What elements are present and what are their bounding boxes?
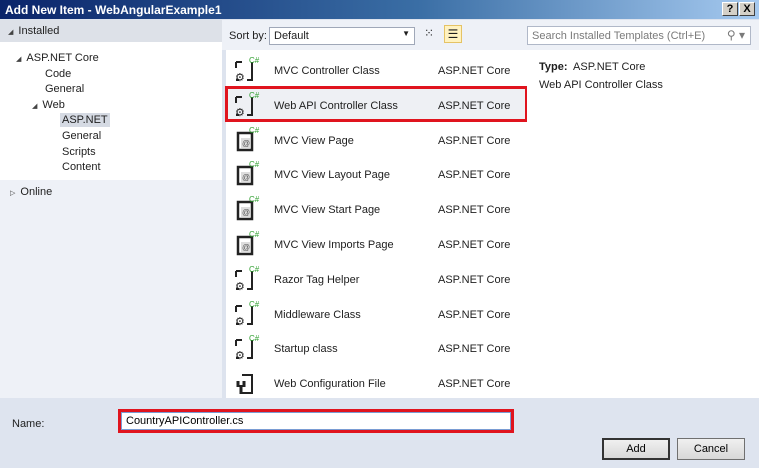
template-item[interactable]: C# ⚙ Startup class ASP.NET Core — [226, 330, 527, 364]
template-item[interactable]: C# ⚙ Web API Controller Class ASP.NET Core — [225, 85, 528, 122]
template-item[interactable]: C# ⚙ Razor Tag Helper ASP.NET Core — [226, 261, 527, 295]
sort-select[interactable]: Default ▼ — [269, 27, 415, 45]
search-placeholder: Search Installed Templates (Ctrl+E) — [532, 30, 706, 42]
svg-text:⚙: ⚙ — [235, 72, 245, 84]
svg-text:C#: C# — [249, 195, 260, 204]
search-icon[interactable]: ⚲ ▾ — [727, 28, 745, 42]
template-category: ASP.NET Core — [438, 134, 511, 147]
expanded-icon: ◢ — [8, 29, 14, 36]
tree-item-content[interactable]: Content — [62, 161, 101, 173]
svg-text:⚙: ⚙ — [235, 281, 245, 293]
template-category: ASP.NET Core — [438, 65, 511, 77]
template-name: MVC View Start Page — [274, 204, 381, 217]
template-name: Web API Controller Class — [274, 99, 398, 112]
footer: Name: Add Cancel — [0, 398, 759, 468]
svg-text:C#: C# — [249, 126, 260, 135]
tree-item-general[interactable]: General — [45, 83, 84, 95]
template-name: Startup class — [274, 343, 338, 356]
name-label: Name: — [12, 418, 45, 430]
tree-item-scripts[interactable]: Scripts — [62, 146, 96, 158]
svg-text:@: @ — [242, 139, 250, 148]
svg-text:C#: C# — [249, 160, 260, 169]
expanded-icon: ◢ — [32, 103, 38, 110]
help-button[interactable]: ? — [722, 2, 738, 16]
sort-label: Sort by: — [229, 30, 267, 42]
search-input[interactable]: Search Installed Templates (Ctrl+E) ⚲ ▾ — [527, 26, 751, 45]
close-button[interactable]: X — [739, 2, 755, 16]
tree-item-aspnet[interactable]: ASP.NET — [60, 113, 110, 127]
template-item[interactable]: C# ⚙ MVC Controller Class ASP.NET Core — [226, 52, 527, 86]
template-item[interactable]: @ C# MVC View Page ASP.NET Core — [226, 122, 527, 156]
svg-text:C#: C# — [249, 230, 260, 239]
template-item[interactable]: @ C# MVC View Layout Page ASP.NET Core — [226, 156, 527, 190]
template-category: ASP.NET Core — [438, 273, 511, 286]
template-item[interactable]: C# ⚙ Middleware Class ASP.NET Core — [226, 296, 527, 330]
type-label: Type: — [539, 61, 568, 73]
tree-item-online[interactable]: ▷ Online — [10, 186, 52, 198]
template-category: ASP.NET Core — [438, 99, 511, 112]
sidebar: ◢ Installed ◢ ASP.NET Core Code General ◢ W… — [0, 20, 222, 398]
svg-text:@: @ — [242, 173, 250, 182]
template-item[interactable]: @ C# MVC View Start Page ASP.NET Core — [226, 191, 527, 225]
tree-label: Web — [42, 99, 65, 111]
svg-text:C#: C# — [249, 91, 260, 100]
svg-text:C#: C# — [249, 334, 260, 343]
svg-text:C#: C# — [249, 300, 260, 309]
tree: ◢ ASP.NET Core Code General ◢ Web ASP.NET … — [0, 42, 222, 180]
template-category: ASP.NET Core — [438, 378, 511, 391]
template-category: ASP.NET Core — [438, 343, 511, 356]
type-value: ASP.NET Core — [573, 61, 646, 73]
template-category: ASP.NET Core — [438, 308, 511, 321]
template-name: MVC View Imports Page — [274, 239, 394, 251]
name-input[interactable] — [121, 412, 511, 430]
sort-value: Default — [274, 30, 309, 42]
cancel-button[interactable]: Cancel — [677, 438, 745, 460]
add-button[interactable]: Add — [602, 438, 670, 460]
tree-item-aspnet-core[interactable]: ◢ ASP.NET Core — [16, 52, 99, 64]
svg-text:C#: C# — [249, 56, 260, 65]
chevron-down-icon: ▼ — [402, 29, 410, 38]
tree-item-web[interactable]: ◢ Web — [32, 99, 65, 111]
title-bar: Add New Item - WebAngularExample1 — [0, 0, 759, 19]
grid-view-icon[interactable]: ⁙ — [424, 27, 438, 41]
template-category: ASP.NET Core — [438, 239, 511, 251]
template-item[interactable]: Web Configuration File ASP.NET Core — [226, 365, 527, 399]
template-name: MVC Controller Class — [274, 65, 380, 77]
template-name: MVC View Page — [274, 134, 354, 147]
window-title: Add New Item - WebAngularExample1 — [5, 3, 222, 17]
installed-header[interactable]: ◢ Installed — [0, 20, 222, 42]
template-category: ASP.NET Core — [438, 204, 511, 217]
online-label: Online — [20, 186, 53, 198]
template-category: ASP.NET Core — [438, 169, 511, 182]
svg-text:⚙: ⚙ — [235, 107, 245, 119]
svg-text:@: @ — [242, 243, 250, 252]
installed-label: Installed — [18, 25, 60, 37]
svg-text:@: @ — [242, 208, 250, 217]
details-pane: Type: ASP.NET Core Web API Controller Cl… — [527, 50, 759, 398]
tree-label: ASP.NET Core — [26, 52, 99, 64]
expanded-icon: ◢ — [16, 56, 22, 63]
toolbar: Sort by: Default ▼ ⁙ ☰ Search Installed T… — [222, 20, 759, 50]
template-name: Razor Tag Helper — [274, 273, 360, 286]
template-name: Middleware Class — [274, 308, 361, 321]
tree-item-code[interactable]: Code — [45, 68, 71, 80]
tree-item-web-general[interactable]: General — [62, 130, 101, 142]
svg-text:C#: C# — [249, 265, 260, 274]
template-name: Web Configuration File — [274, 378, 386, 391]
svg-text:⚙: ⚙ — [235, 350, 245, 362]
template-item[interactable]: @ C# MVC View Imports Page ASP.NET Core — [226, 226, 527, 260]
template-description: Web API Controller Class — [539, 79, 663, 91]
template-name: MVC View Layout Page — [274, 169, 390, 182]
collapsed-icon: ▷ — [10, 190, 16, 197]
svg-text:⚙: ⚙ — [235, 316, 245, 328]
template-list: C# ⚙ MVC Controller Class ASP.NET Core C# ⚙ We… — [225, 50, 528, 399]
list-view-icon[interactable]: ☰ — [444, 25, 462, 43]
